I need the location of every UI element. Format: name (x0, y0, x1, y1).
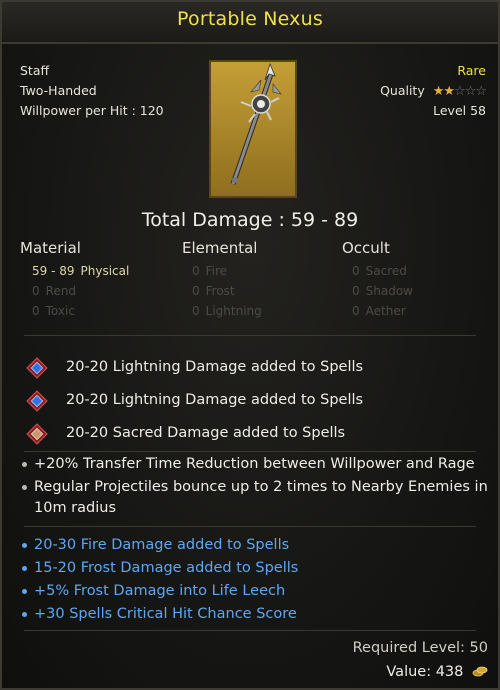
title-bar: Portable Nexus (2, 2, 498, 44)
item-willpower: Willpower per Hit : 120 (20, 103, 164, 118)
affix-1: +20% Transfer Time Reduction between Wil… (34, 456, 475, 472)
item-handedness: Two-Handed (20, 83, 97, 98)
stat-fire: 0 Fire (192, 264, 228, 278)
item-rarity: Rare (457, 63, 486, 78)
star-empty-icon: ☆ (454, 84, 466, 99)
category-material: Material (20, 239, 81, 257)
affix-2-cont: 10m radius (34, 500, 117, 516)
gem-affix-2: 20-20 Lightning Damage added to Spells (66, 392, 364, 408)
divider (24, 630, 476, 631)
coins-icon (472, 666, 488, 677)
stat-frost: 0 Frost (192, 284, 235, 298)
category-elemental: Elemental (182, 239, 258, 257)
tan-gem-icon (26, 423, 48, 445)
stat-shadow: 0 Shadow (352, 284, 413, 298)
star-empty-icon: ☆ (464, 84, 477, 99)
divider (24, 451, 476, 452)
bullet-icon (22, 612, 27, 617)
quality-label: Quality (380, 83, 425, 98)
stat-lightning: 0 Lightning (192, 304, 262, 318)
quality-stars: ★★☆☆☆ (432, 84, 487, 99)
blue-gem-icon (26, 390, 48, 412)
star-icon: ★ (443, 84, 455, 99)
quality-row: Quality ★★☆☆☆ (380, 83, 487, 99)
stat-rend: 0 Rend (32, 284, 77, 298)
stat-toxic: 0 Toxic (32, 304, 75, 318)
item-portrait (209, 60, 297, 198)
item-type: Staff (20, 63, 50, 78)
stat-sacred: 0 Sacred (352, 264, 407, 278)
bullet-icon (22, 485, 27, 490)
star-empty-icon: ☆ (475, 84, 487, 99)
affix-2: Regular Projectiles bounce up to 2 times… (34, 479, 488, 495)
item-tooltip: Portable Nexus Staff Two-Handed Willpowe… (0, 0, 500, 690)
item-name: Portable Nexus (177, 8, 323, 30)
stat-physical: 59 - 89 Physical (32, 264, 130, 278)
magic-affix-2: 15-20 Frost Damage added to Spells (34, 560, 299, 576)
gem-affix-3: 20-20 Sacred Damage added to Spells (66, 425, 346, 441)
magic-affix-3: +5% Frost Damage into Life Leech (34, 583, 286, 599)
item-value: Value: 438 (386, 664, 488, 680)
bullet-icon (22, 589, 27, 594)
required-level: Required Level: 50 (352, 640, 488, 656)
bullet-icon (22, 543, 27, 548)
blue-gem-icon (26, 357, 48, 379)
stat-aether: 0 Aether (352, 304, 406, 318)
magic-affix-4: +30 Spells Critical Hit Chance Score (34, 606, 297, 622)
bullet-icon (22, 566, 27, 571)
staff-icon (230, 62, 282, 185)
star-icon: ★ (432, 84, 445, 99)
gem-affix-1: 20-20 Lightning Damage added to Spells (66, 359, 364, 375)
divider (24, 526, 476, 527)
category-occult: Occult (342, 239, 390, 257)
item-level: Level 58 (433, 103, 486, 118)
magic-affix-1: 20-30 Fire Damage added to Spells (34, 537, 290, 553)
total-damage: Total Damage : 59 - 89 (141, 209, 359, 231)
bullet-icon (22, 462, 27, 467)
divider (24, 335, 476, 336)
